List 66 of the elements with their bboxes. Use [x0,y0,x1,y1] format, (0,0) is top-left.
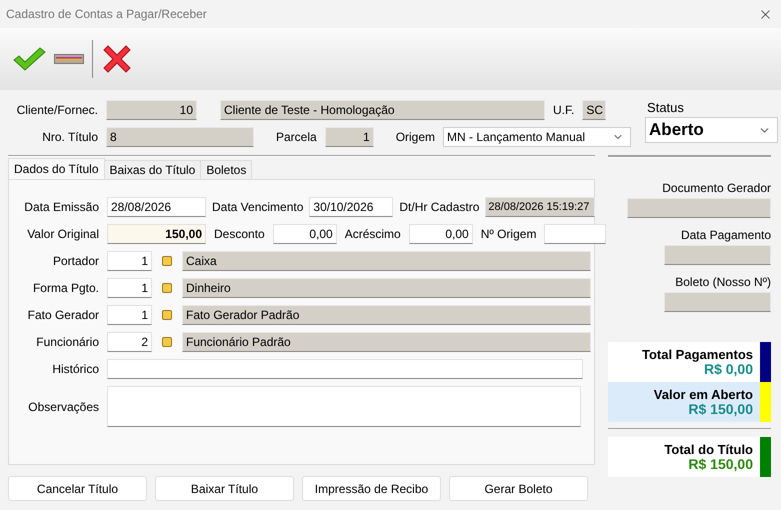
field-label: Data Emissão [23,200,99,214]
parcela-field: 1 [324,127,374,147]
amount-field[interactable]: 0,00 [408,224,473,244]
text-area[interactable] [107,386,581,427]
name-field: Funcionário Padrão [182,332,591,352]
lookup-icon[interactable] [162,310,172,320]
tab[interactable]: Boletos [200,160,252,179]
minus-icon[interactable] [54,54,84,64]
total-label: Total Pagamentos [642,347,753,362]
uf-field: SC [582,100,606,120]
close-icon[interactable] [101,43,133,75]
field-label: U.F. [553,103,574,117]
field-label: Acréscimo [344,227,401,241]
status-dropdown[interactable]: Aberto [645,117,778,143]
action-button[interactable]: Impressão de Recibo [302,476,441,501]
code-field[interactable]: 1 [107,278,152,298]
field-label: Desconto [214,227,265,241]
field-label: Data Pagamento [680,228,771,242]
lookup-icon[interactable] [162,337,172,347]
total-value: R$ 150,00 [688,402,753,417]
client-code-field: 10 [106,100,197,120]
amount-field[interactable]: 0,00 [272,224,337,244]
origem-dropdown[interactable]: MN - Lançamento Manual [443,127,632,147]
action-button[interactable]: Gerar Boleto [449,476,588,501]
field-label: Parcela [276,130,317,144]
lookup-icon[interactable] [162,283,172,293]
field-label: Dt/Hr Cadastro [399,200,480,214]
field-label: Nº Origem [480,227,536,241]
field-label: Documento Gerador [662,181,771,195]
action-button[interactable]: Cancelar Título [8,476,147,501]
code-field[interactable]: 1 [107,305,152,325]
date-field[interactable]: 28/08/2026 [107,197,206,217]
field-label: Observações [27,400,99,414]
field-label: Data Vencimento [212,200,304,214]
total-label: Valor em Aberto [654,387,753,402]
code-field[interactable]: 2 [107,332,152,352]
field-label: Forma Pgto. [32,281,99,295]
name-field: Caixa [182,251,591,271]
input-field[interactable] [544,224,606,244]
total-value: R$ 150,00 [688,457,753,472]
total-value: R$ 0,00 [704,362,753,377]
name-field: Fato Gerador Padrão [182,305,591,325]
field-label: Nro. Título [41,130,98,144]
action-button[interactable]: Baixar Título [155,476,294,501]
input-field[interactable] [107,359,583,379]
date-field[interactable]: 30/10/2026 [309,197,394,217]
amount-field[interactable]: 150,00 [107,224,206,244]
field-label: Portador [52,254,99,268]
field-label: Histórico [51,362,99,376]
datetime-field: 28/08/2026 15:19:27 [485,197,596,217]
window-title: Cadastro de Contas a Pagar/Receber [6,7,207,21]
field-label: Funcionário [35,335,99,349]
status-label: Status [647,100,685,115]
name-field: Dinheiro [182,278,591,298]
field-label: Valor Original [26,227,99,241]
code-field[interactable]: 1 [107,251,152,271]
checkmark-icon[interactable] [12,46,46,72]
client-name-field: Cliente de Teste - Homologação [220,100,545,120]
tab[interactable]: Dados do Título [8,158,104,179]
field-label: Fato Gerador [26,308,99,322]
field-label: Cliente/Fornec. [16,103,98,117]
title-number-field: 8 [106,127,254,147]
lookup-icon[interactable] [162,256,172,266]
field-label: Boleto (Nosso Nº) [675,275,771,289]
total-label: Total do Título [664,442,753,457]
field-label: Origem [396,130,436,144]
